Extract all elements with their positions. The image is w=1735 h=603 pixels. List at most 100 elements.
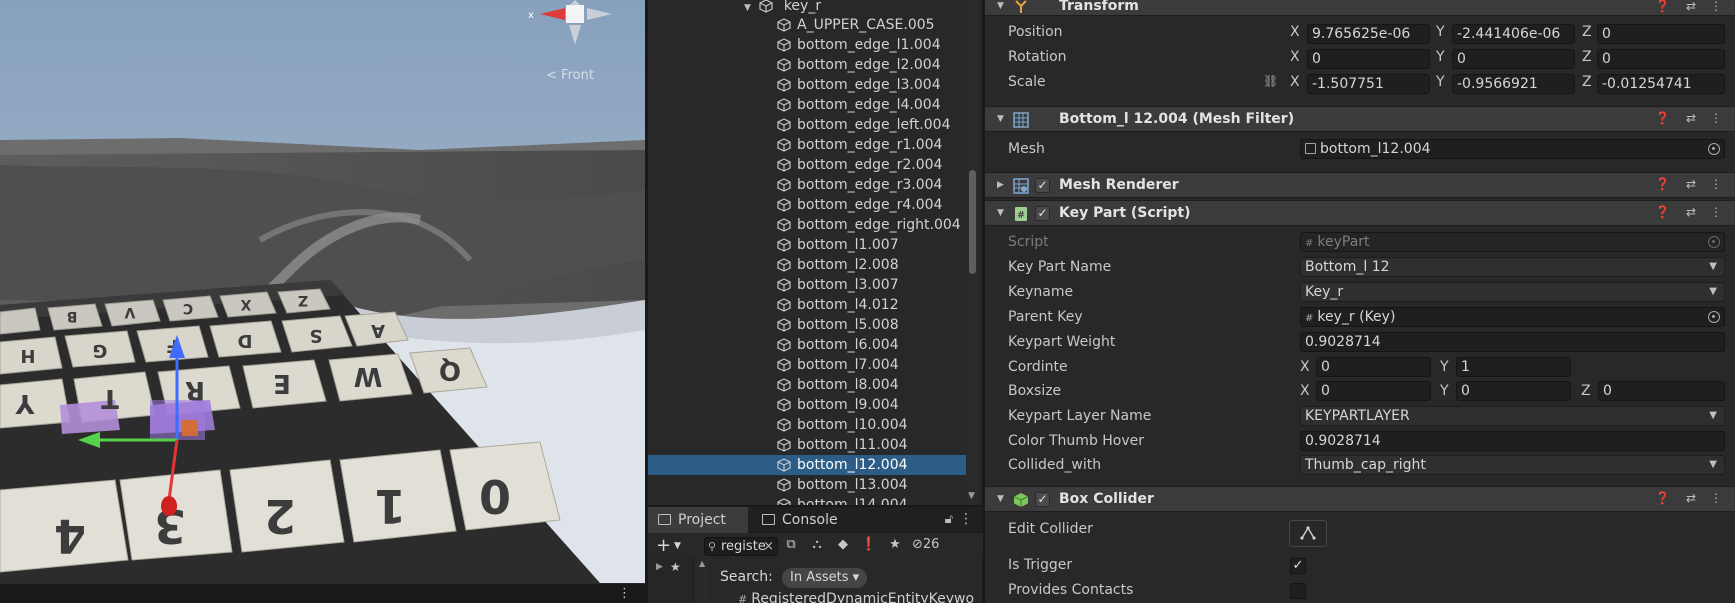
hierarchy-item[interactable]: bottom_edge_r1.004 <box>648 135 966 155</box>
scroll-down-icon[interactable]: ▼ <box>968 491 975 501</box>
hierarchy-item[interactable]: bottom_l14.004 <box>648 495 966 505</box>
boxsize-x-field[interactable]: 0 <box>1316 381 1431 401</box>
hierarchy-item[interactable]: bottom_l8.004 <box>648 375 966 395</box>
lock-icon[interactable]: 🔓︎ <box>945 512 953 527</box>
keypart-layer-dropdown[interactable]: KEYPARTLAYER ▼ <box>1300 406 1725 426</box>
presets-icon[interactable]: ⇄ <box>1686 177 1696 191</box>
cordinte-x-field[interactable]: 0 <box>1316 357 1431 377</box>
search-input[interactable]: ⚲ registe × <box>704 537 778 556</box>
color-thumb-hover-field[interactable]: 0.9028714 <box>1300 431 1725 451</box>
hierarchy-item[interactable]: bottom_l10.004 <box>648 415 966 435</box>
fold-arrow-icon[interactable]: ▼ <box>997 208 1004 218</box>
hierarchy-item[interactable]: bottom_l6.004 <box>648 335 966 355</box>
presets-icon[interactable]: ⇄ <box>1686 0 1696 13</box>
log-icon[interactable]: ❗ <box>860 536 878 554</box>
mesh-renderer-header[interactable]: ▶ ✓ Mesh Renderer ❓ ⇄ ⋮ <box>985 172 1735 198</box>
fold-arrow-icon[interactable]: ▼ <box>997 1 1004 11</box>
tree-scrollbar[interactable]: ▲ <box>698 558 708 603</box>
position-z-field[interactable]: 0 <box>1597 24 1725 44</box>
key-part-name-dropdown[interactable]: Bottom_l 12 ▼ <box>1300 257 1725 277</box>
collided-with-dropdown[interactable]: Thumb_cap_right ▼ <box>1300 455 1725 475</box>
tab-console[interactable]: Console <box>752 507 862 533</box>
key-part-enabled-checkbox[interactable]: ✓ <box>1035 206 1050 221</box>
presets-icon[interactable]: ⇄ <box>1686 111 1696 125</box>
keypart-weight-field[interactable]: 0.9028714 <box>1300 332 1725 352</box>
mesh-filter-header[interactable]: ▼ Bottom_l 12.004 (Mesh Filter) ❓ ⇄ ⋮ <box>985 106 1735 132</box>
scene-canvas[interactable]: 4 3 2 1 0 Y T R E W Q H G F D S A B V C <box>0 0 645 583</box>
project-panel[interactable]: Project Console 🔓︎ ⋮ + ▼ ⚲ registe × ⧉ ⛬… <box>647 507 983 603</box>
hierarchy-item[interactable]: bottom_l11.004 <box>648 435 966 455</box>
help-icon[interactable]: ❓ <box>1655 491 1670 505</box>
presets-icon[interactable]: ⇄ <box>1686 205 1696 219</box>
hierarchy-item[interactable]: bottom_edge_r3.004 <box>648 175 966 195</box>
key-part-header[interactable]: ▼ # ✓ Key Part (Script) ❓ ⇄ ⋮ <box>985 200 1735 226</box>
mesh-object-field[interactable]: bottom_l12.004 <box>1300 139 1725 159</box>
hierarchy-item[interactable]: bottom_l1.007 <box>648 235 966 255</box>
hierarchy-item[interactable]: bottom_l2.008 <box>648 255 966 275</box>
search-scope-dropdown[interactable]: In Assets ▾ <box>782 568 868 588</box>
hierarchy-item[interactable]: bottom_edge_left.004 <box>648 115 966 135</box>
keyname-dropdown[interactable]: Key_r ▼ <box>1300 282 1725 302</box>
hierarchy-item[interactable]: bottom_l4.012 <box>648 295 966 315</box>
hierarchy-item[interactable]: bottom_edge_r4.004 <box>648 195 966 215</box>
filter-by-type-icon[interactable]: ⛬ <box>808 536 826 554</box>
presets-icon[interactable]: ⇄ <box>1686 491 1696 505</box>
fold-arrow-icon[interactable]: ▼ <box>997 114 1004 124</box>
search-filter-icon[interactable]: ⧉ <box>782 536 800 554</box>
hierarchy-item[interactable]: bottom_l13.004 <box>648 475 966 495</box>
inspector-panel[interactable]: ▼ Transform ❓ ⇄ ⋮ Position X 9.765625e-0… <box>984 0 1735 603</box>
component-menu-icon[interactable]: ⋮ <box>1710 205 1722 219</box>
box-collider-enabled-checkbox[interactable]: ✓ <box>1035 492 1050 507</box>
component-menu-icon[interactable]: ⋮ <box>1710 0 1722 13</box>
fold-arrow-icon[interactable]: ▶ <box>997 180 1004 190</box>
scale-z-field[interactable]: -0.01254741 <box>1597 74 1725 94</box>
tree-arrow-icon[interactable]: ▶ <box>656 562 663 572</box>
favorite-icon[interactable]: ★ <box>886 536 904 554</box>
help-icon[interactable]: ❓ <box>1655 111 1670 125</box>
scrollbar-thumb[interactable] <box>969 170 976 274</box>
hierarchy-item[interactable]: bottom_edge_r2.004 <box>648 155 966 175</box>
object-picker-icon[interactable] <box>1708 143 1720 155</box>
component-menu-icon[interactable]: ⋮ <box>1710 177 1722 191</box>
hierarchy-item[interactable]: bottom_edge_l1.004 <box>648 35 966 55</box>
scene-menu-icon[interactable]: ⋮ <box>618 586 631 601</box>
hierarchy-item[interactable]: bottom_edge_l3.004 <box>648 75 966 95</box>
edit-collider-button[interactable] <box>1289 520 1327 547</box>
hierarchy-panel[interactable]: ▼ key_r A_UPPER_CASE.005 bottom_edge_l1.0… <box>647 0 982 505</box>
hierarchy-item[interactable]: bottom_edge_l2.004 <box>648 55 966 75</box>
component-menu-icon[interactable]: ⋮ <box>1710 491 1722 505</box>
create-button[interactable]: + ▼ <box>656 535 681 556</box>
constrain-proportions-icon[interactable]: ⛓ <box>1263 74 1278 88</box>
position-y-field[interactable]: -2.441406e-06 <box>1452 24 1575 44</box>
scale-x-field[interactable]: -1.507751 <box>1307 74 1430 94</box>
parent-key-field[interactable]: # key_r (Key) <box>1300 307 1725 327</box>
fold-arrow-icon[interactable]: ▼ <box>997 494 1004 504</box>
help-icon[interactable]: ❓ <box>1655 177 1670 191</box>
rotation-x-field[interactable]: 0 <box>1307 49 1430 69</box>
is-trigger-checkbox[interactable]: ✓ <box>1290 558 1306 574</box>
mesh-renderer-enabled-checkbox[interactable]: ✓ <box>1035 178 1050 193</box>
hidden-packages-toggle[interactable]: ⊘26 <box>912 536 952 554</box>
help-icon[interactable]: ❓ <box>1655 205 1670 219</box>
hierarchy-item[interactable]: bottom_edge_l4.004 <box>648 95 966 115</box>
position-x-field[interactable]: 9.765625e-06 <box>1307 24 1430 44</box>
boxsize-z-field[interactable]: 0 <box>1598 381 1725 401</box>
favorites-star-icon[interactable]: ★ <box>670 560 681 574</box>
tab-project[interactable]: Project <box>648 507 748 533</box>
hierarchy-item[interactable]: bottom_l7.004 <box>648 355 966 375</box>
help-icon[interactable]: ❓ <box>1655 0 1670 13</box>
rotation-y-field[interactable]: 0 <box>1452 49 1575 69</box>
hierarchy-item[interactable]: bottom_l12.004 <box>648 455 966 475</box>
hierarchy-item[interactable]: bottom_edge_right.004 <box>648 215 966 235</box>
hierarchy-item[interactable]: A_UPPER_CASE.005 <box>648 15 966 35</box>
hierarchy-parent-row[interactable]: ▼ key_r <box>744 0 982 16</box>
hierarchy-scrollbar[interactable]: ▼ <box>966 0 978 505</box>
cordinte-y-field[interactable]: 1 <box>1456 357 1571 377</box>
boxsize-y-field[interactable]: 0 <box>1456 381 1571 401</box>
rotation-z-field[interactable]: 0 <box>1597 49 1725 69</box>
filter-by-label-icon[interactable]: ◆ <box>834 536 852 554</box>
scene-view[interactable]: 4 3 2 1 0 Y T R E W Q H G F D S A B V C <box>0 0 645 583</box>
hierarchy-item[interactable]: bottom_l3.007 <box>648 275 966 295</box>
hierarchy-item[interactable]: bottom_l9.004 <box>648 395 966 415</box>
component-menu-icon[interactable]: ⋮ <box>1710 111 1722 125</box>
